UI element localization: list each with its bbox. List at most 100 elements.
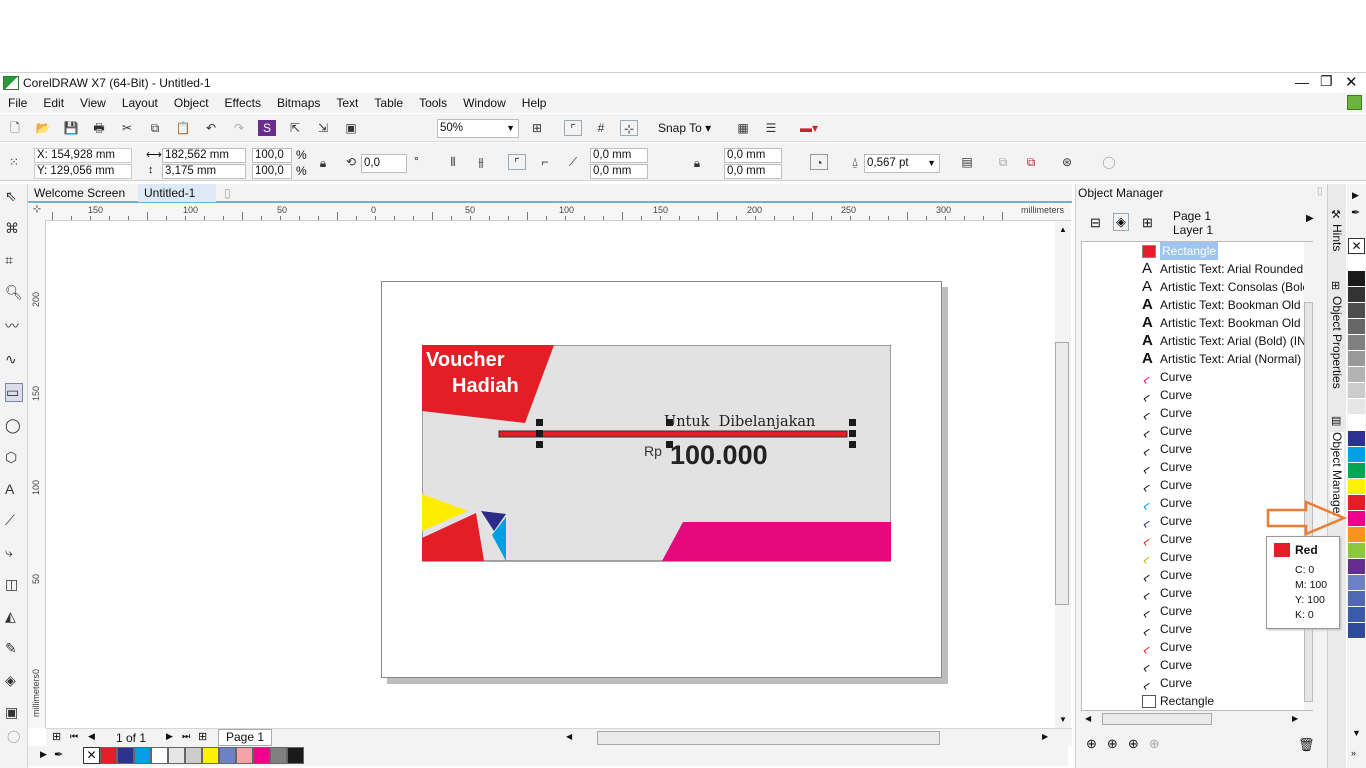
menu-table[interactable]: Table [366,93,411,113]
smart-fill-icon[interactable]: ▣ [5,704,23,721]
list-item[interactable]: ⌐ Curve [1082,656,1312,676]
undo-icon[interactable]: ↶ [202,120,220,136]
corner-radius-1[interactable]: 0,0 mm [590,148,648,163]
color-swatch[interactable] [1348,399,1365,415]
cut-icon[interactable]: ✂ [118,120,136,136]
zoom-fit-icon[interactable]: ⊞ [528,120,546,136]
import-icon[interactable]: ⇱ [286,120,304,136]
color-swatch[interactable] [117,747,134,764]
lock-corners-icon[interactable]: 🔒︎ [688,155,706,171]
voucher-artwork[interactable]: Voucher Hadiah Untuk Dibelanjakan Rp 100… [422,345,891,562]
handle-mr[interactable] [849,430,856,437]
scroll-up-icon[interactable]: ▲ [1059,225,1067,234]
handle-ml[interactable] [536,430,543,437]
list-item[interactable]: ⌐ Curve [1082,638,1312,658]
menu-file[interactable]: File [0,93,35,113]
no-fill-swatch[interactable]: ✕ [1348,238,1365,254]
grid-icon[interactable]: # [592,120,610,136]
color-swatch[interactable] [1348,463,1365,479]
list-item[interactable]: A Artistic Text: Consolas (Bolc [1082,278,1312,296]
freehand-tool-icon[interactable]: 〰 [5,316,23,336]
color-swatch[interactable] [270,747,287,764]
corner-radius-4[interactable]: 0,0 mm [724,164,782,179]
menu-object[interactable]: Object [166,93,217,113]
quick-customize-icon[interactable]: ◯ [1100,154,1118,170]
publish-pdf-icon[interactable]: ▣ [342,120,360,136]
menu-layout[interactable]: Layout [114,93,166,113]
menu-tools[interactable]: Tools [411,93,455,113]
ellipse-tool-icon[interactable]: ◯ [5,417,23,434]
rulers-icon[interactable]: ⌜ [564,120,582,136]
edit-across-layers-icon[interactable]: ⊞ [1142,215,1153,231]
new-master-layer-icon[interactable]: ⊕ [1107,736,1118,752]
eyedropper-palette-icon[interactable]: ✒ [1351,206,1360,219]
list-item[interactable]: ⌐ Curve [1082,674,1312,694]
handle-tr[interactable] [849,419,856,426]
tab-untitled-1[interactable]: Untitled-1 [138,183,216,202]
page-tab-1[interactable]: Page 1 [218,729,273,746]
color-swatch[interactable] [202,747,219,764]
eyedropper-tool-icon[interactable]: ✎ [5,640,23,657]
copy-icon[interactable]: ⧉ [146,120,164,136]
snap-to-dropdown[interactable]: Snap To ▾ [658,121,711,135]
no-fill-swatch[interactable]: ✕ [83,747,100,764]
print-icon[interactable]: 🖶 [90,120,108,136]
convert-to-curves-icon[interactable]: ⊛ [1058,154,1076,170]
zoom-tool-icon[interactable]: 🔍︎ [5,284,23,301]
new-master-even-icon[interactable]: ⊕ [1149,736,1160,752]
list-item[interactable]: A Artistic Text: Arial Rounded [1082,260,1312,278]
menu-effects[interactable]: Effects [217,93,269,113]
color-swatch[interactable] [1348,495,1365,511]
search-content-icon[interactable]: S [258,120,276,136]
menu-help[interactable]: Help [514,93,555,113]
list-item[interactable]: Rectangle [1082,692,1312,710]
handle-bl[interactable] [536,441,543,448]
hscroll-thumb[interactable] [597,731,940,745]
minimize-button[interactable]: — [1295,74,1309,90]
new-document-icon[interactable]: 🗋 [6,120,24,136]
list-item[interactable]: ⌐ Curve [1082,422,1312,442]
tab-hints[interactable]: Hints [1330,224,1344,251]
palette-expand-icon[interactable]: » [1351,748,1356,758]
to-front-icon[interactable]: ⧉ [994,154,1012,170]
list-item[interactable]: A Artistic Text: Arial (Normal) [1082,350,1312,368]
color-swatch[interactable] [219,747,236,764]
menu-window[interactable]: Window [455,93,514,113]
color-swatch[interactable] [1348,543,1365,559]
vertical-scrollbar[interactable]: ▲ ▼ [1055,221,1071,728]
menu-edit[interactable]: Edit [35,93,72,113]
lock-ratio-icon[interactable]: 🔒︎ [314,155,332,171]
list-item[interactable]: A Artistic Text: Bookman Old [1082,296,1312,314]
launch-icon[interactable]: ▬▾ [800,120,818,136]
color-swatch[interactable] [100,747,117,764]
text-wrap-icon[interactable]: ▤ [958,154,976,170]
height-field[interactable]: 3,175 mm [162,164,246,179]
color-swatch[interactable] [1348,415,1365,431]
eyedropper-icon[interactable]: ✒ [54,748,63,761]
round-corner-icon[interactable]: ⌜ [508,154,526,170]
options-icon[interactable]: ▦ [734,120,752,136]
tab-welcome-screen[interactable]: Welcome Screen [28,184,138,202]
object-tree-hscroll[interactable]: ◀ ▶ [1082,711,1304,727]
list-item[interactable]: A Artistic Text: Bookman Old [1082,314,1312,332]
first-page-icon[interactable]: ⏮ [70,731,78,742]
new-master-odd-icon[interactable]: ⊕ [1128,736,1139,752]
quick-customize-icon[interactable]: ◯ [7,729,20,743]
list-item[interactable]: ⌐ Curve [1082,440,1312,460]
tab-object-properties[interactable]: Object Properties [1330,296,1344,389]
new-layer-icon[interactable]: ⊕ [1086,736,1097,752]
pick-tool-icon[interactable]: ⇖ [5,188,23,205]
next-page-icon[interactable]: ▶ [166,731,173,742]
y-position-field[interactable]: Y: 129,056 mm [34,164,132,179]
last-page-icon[interactable]: ⏭ [182,731,190,742]
text-tool-icon[interactable]: A [5,481,23,497]
palette-scroll-up-icon[interactable]: ▶ [1352,190,1359,201]
transparency-tool-icon[interactable]: ◭ [5,608,23,625]
outline-width-select[interactable]: 0,567 pt ▼ [864,154,940,173]
color-swatch[interactable] [1348,479,1365,495]
list-item[interactable]: ⌐ Curve [1082,368,1312,388]
handle-bm[interactable] [666,441,673,448]
color-swatch[interactable] [1348,431,1365,447]
mirror-h-icon[interactable]: ⫴ [444,154,462,170]
prev-page-icon[interactable]: ◀ [88,731,95,742]
